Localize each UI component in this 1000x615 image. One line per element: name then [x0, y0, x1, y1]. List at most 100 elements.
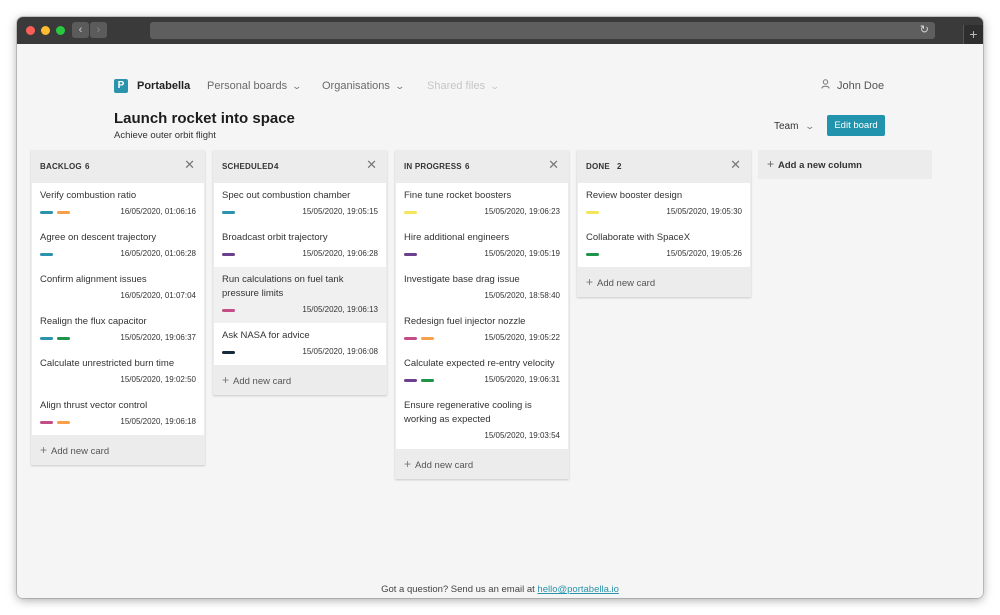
user-menu[interactable]: John Doe [821, 79, 884, 94]
card-meta: 16/05/2020, 01:06:16 [40, 203, 196, 225]
plus-icon: + [404, 457, 412, 471]
label-tag-pink [222, 309, 235, 312]
column-backlog: BACKLOG 6 ✕ Verify combustion ratio 16/05/20… [31, 150, 205, 465]
close-window-button[interactable] [26, 26, 35, 35]
close-icon[interactable]: ✕ [366, 158, 377, 172]
label-tag-orange [57, 211, 70, 214]
card-title: Verify combustion ratio [40, 190, 137, 201]
nav-shared-files[interactable]: Shared files ⌄ [427, 79, 501, 93]
card[interactable]: Align thrust vector control 15/05/2020, 1… [32, 393, 204, 435]
card[interactable]: Confirm alignment issues 16/05/2020, 01:0… [32, 267, 204, 309]
card-meta: 15/05/2020, 19:05:22 [404, 329, 560, 351]
card-title: Agree on descent trajectory [40, 232, 157, 243]
card-timestamp: 15/05/2020, 19:05:15 [302, 207, 378, 216]
browser-back-button[interactable]: ‹ [72, 22, 89, 38]
card-meta: 15/05/2020, 19:03:54 [404, 427, 560, 449]
card-meta: 15/05/2020, 19:06:18 [40, 413, 196, 435]
card[interactable]: Realign the flux capacitor 15/05/2020, 19… [32, 309, 204, 351]
label-tag-orange [57, 421, 70, 424]
maximize-window-button[interactable] [56, 26, 65, 35]
label-tag-green [586, 253, 599, 256]
card[interactable]: Run calculations on fuel tank pressure l… [214, 267, 386, 323]
column-header: IN PROGRESS 6 ✕ [395, 150, 569, 183]
column-card-count: 2 [617, 162, 622, 171]
card-timestamp: 15/05/2020, 19:02:50 [120, 375, 196, 384]
team-dropdown[interactable]: Team ⌄ [774, 119, 816, 134]
column-title: DONE [586, 162, 610, 171]
close-icon[interactable]: ✕ [548, 158, 559, 172]
reload-icon[interactable]: ↻ [920, 23, 929, 38]
footer: Got a question? Send us an email at hell… [17, 584, 983, 595]
card-title: Realign the flux capacitor [40, 316, 147, 327]
card-timestamp: 15/05/2020, 19:06:23 [484, 207, 560, 216]
column-header: DONE 2 ✕ [577, 150, 751, 183]
browser-forward-button[interactable]: › [90, 22, 107, 38]
card[interactable]: Fine tune rocket boosters 15/05/2020, 19:… [396, 183, 568, 225]
card-meta: 15/05/2020, 19:06:37 [40, 329, 196, 351]
new-tab-button[interactable]: + [963, 25, 983, 44]
close-icon[interactable]: ✕ [730, 158, 741, 172]
card-meta: 15/05/2020, 18:58:40 [404, 287, 560, 309]
add-new-card-button[interactable]: + Add new card [31, 435, 205, 465]
card[interactable]: Spec out combustion chamber 15/05/2020, 1… [214, 183, 386, 225]
label-tag-green [57, 337, 70, 340]
nav-label: Shared files [427, 80, 486, 92]
card[interactable]: Collaborate with SpaceX 15/05/2020, 19:05… [578, 225, 750, 267]
card-timestamp: 15/05/2020, 18:58:40 [484, 291, 560, 300]
card[interactable]: Review booster design 15/05/2020, 19:05:3… [578, 183, 750, 225]
nav-label: Organisations [322, 80, 390, 92]
card[interactable]: Agree on descent trajectory 16/05/2020, 0… [32, 225, 204, 267]
card-list: Fine tune rocket boosters 15/05/2020, 19:… [396, 183, 568, 449]
add-new-card-button[interactable]: + Add new card [213, 365, 387, 395]
add-card-label: Add new card [51, 446, 110, 457]
address-bar[interactable]: ↻ [150, 22, 935, 39]
chevron-down-icon: ⌄ [489, 81, 501, 91]
card[interactable]: Hire additional engineers 15/05/2020, 19:… [396, 225, 568, 267]
close-icon[interactable]: ✕ [184, 158, 195, 172]
card[interactable]: Ensure regenerative cooling is working a… [396, 393, 568, 449]
edit-board-button[interactable]: Edit board [827, 115, 885, 136]
portabella-logo[interactable]: P [114, 79, 128, 93]
card-title: Calculate unrestricted burn time [40, 358, 175, 369]
add-card-label: Add new card [233, 376, 292, 387]
card-title: Confirm alignment issues [40, 274, 147, 285]
column-header: BACKLOG 6 ✕ [31, 150, 205, 183]
card-timestamp: 16/05/2020, 01:06:28 [120, 249, 196, 258]
user-name: John Doe [837, 80, 885, 92]
minimize-window-button[interactable] [41, 26, 50, 35]
card[interactable]: Broadcast orbit trajectory 15/05/2020, 19… [214, 225, 386, 267]
card-title: Fine tune rocket boosters [404, 190, 512, 201]
nav-personal-boards[interactable]: Personal boards ⌄ [207, 79, 303, 93]
add-new-card-button[interactable]: + Add new card [395, 449, 569, 479]
card-meta: 15/05/2020, 19:05:26 [586, 245, 742, 267]
card[interactable]: Calculate unrestricted burn time 15/05/20… [32, 351, 204, 393]
card[interactable]: Calculate expected re-entry velocity 15/0… [396, 351, 568, 393]
team-label: Team [774, 121, 799, 132]
brand-name[interactable]: Portabella [137, 79, 190, 93]
column-card-count: 6 [85, 162, 90, 171]
card-labels [222, 351, 239, 369]
card[interactable]: Verify combustion ratio 16/05/2020, 01:06… [32, 183, 204, 225]
card-timestamp: 15/05/2020, 19:06:37 [120, 333, 196, 342]
add-column-button[interactable]: + Add a new column [758, 150, 932, 179]
card-timestamp: 15/05/2020, 19:03:54 [484, 431, 560, 440]
card[interactable]: Investigate base drag issue 15/05/2020, 1… [396, 267, 568, 309]
card[interactable]: Ask NASA for advice 15/05/2020, 19:06:08 [214, 323, 386, 365]
plus-icon: + [767, 157, 775, 171]
footer-email-link[interactable]: hello@portabella.io [537, 584, 618, 595]
card-meta: 15/05/2020, 19:05:30 [586, 203, 742, 225]
chevron-down-icon: ⌄ [804, 121, 816, 131]
label-tag-orange [421, 337, 434, 340]
add-new-card-button[interactable]: + Add new card [577, 267, 751, 297]
nav-organisations[interactable]: Organisations ⌄ [322, 79, 405, 93]
card[interactable]: Redesign fuel injector nozzle 15/05/2020,… [396, 309, 568, 351]
chevron-down-icon: ⌄ [394, 81, 405, 91]
chevron-down-icon: ⌄ [291, 81, 303, 91]
card-list: Verify combustion ratio 16/05/2020, 01:06… [32, 183, 204, 435]
card-title: Ask NASA for advice [222, 330, 310, 341]
add-card-label: Add new card [597, 278, 656, 289]
label-tag-pink [40, 421, 53, 424]
add-column-label: Add a new column [778, 160, 862, 171]
card-title: Review booster design [586, 190, 683, 201]
card-title: Run calculations on fuel tank pressure l… [222, 274, 344, 299]
